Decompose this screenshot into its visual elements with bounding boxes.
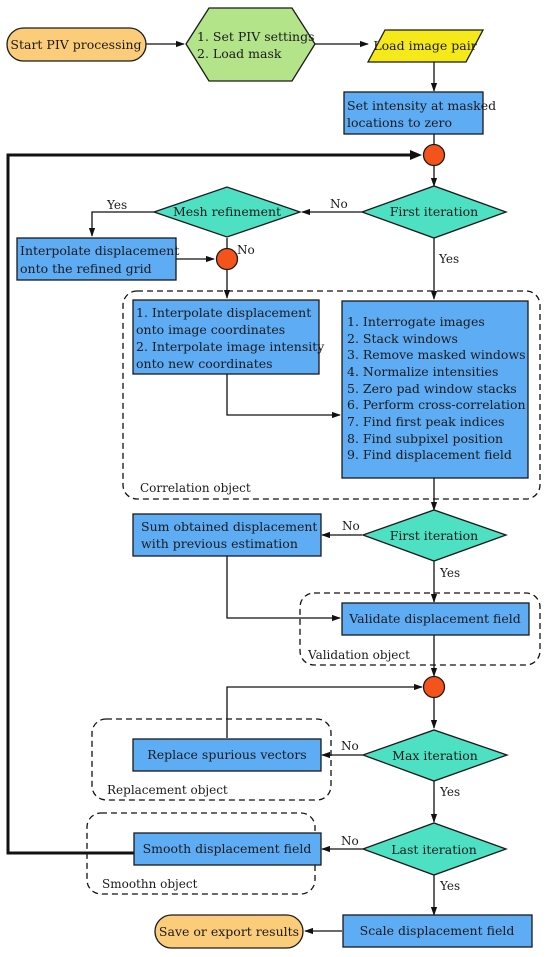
correlation-step: 5. Zero pad window stacks xyxy=(347,381,517,396)
edge-label-no-1: No xyxy=(330,197,348,211)
edge-label-yes-3: Yes xyxy=(439,566,460,580)
save-label: Save or export results xyxy=(159,924,299,939)
edge-label-yes-4: Yes xyxy=(439,785,460,799)
junction-3 xyxy=(422,675,446,699)
piv-flowchart: Correlation object Validation object Rep… xyxy=(6,7,541,949)
edge-label-yes-2: Yes xyxy=(438,252,459,266)
start-label: Start PIV processing xyxy=(10,37,141,52)
edge-interpimg-correlation xyxy=(226,374,341,419)
validation-object-label: Validation object xyxy=(307,648,410,662)
junction-2 xyxy=(215,247,239,271)
interp-image-line-3: 2. Interpolate image intensity xyxy=(136,339,325,354)
scale-displacement-label: Scale displacement field xyxy=(360,923,515,938)
mask-zero-line-1: Set intensity at masked xyxy=(347,98,496,113)
last-iteration-label: Last iteration xyxy=(391,842,477,857)
edge-label-yes-5: Yes xyxy=(439,879,460,893)
settings-line-2: 2. Load mask xyxy=(197,46,282,61)
first-iteration-label-2: First iteration xyxy=(390,528,479,543)
edge-label-no-5: No xyxy=(341,834,359,848)
mask-zero-line-2: locations to zero xyxy=(347,115,452,130)
validate-label: Validate displacement field xyxy=(348,611,520,626)
edge-label-no-2: No xyxy=(237,243,255,257)
correlation-step: 3. Remove masked windows xyxy=(347,347,526,362)
correlation-step: 7. Find first peak indices xyxy=(347,414,505,429)
edge-mesh-interpgrid xyxy=(88,211,154,237)
smooth-displacement-label: Smooth displacement field xyxy=(143,841,312,856)
junction-1 xyxy=(422,143,446,167)
interp-image-line-1: 1. Interpolate displacement xyxy=(136,305,311,320)
first-iteration-label-1: First iteration xyxy=(390,204,479,219)
sum-displacement-line-1: Sum obtained displacement xyxy=(141,519,317,534)
correlation-step: 1. Interrogate images xyxy=(347,314,485,329)
correlation-object-label: Correlation object xyxy=(140,481,251,495)
correlation-step: 6. Perform cross-correlation xyxy=(347,397,526,412)
edge-sum-validate xyxy=(226,556,341,622)
sum-displacement-line-2: with previous estimation xyxy=(141,536,298,551)
interp-image-line-2: onto image coordinates xyxy=(136,322,285,337)
correlation-step: 9. Find displacement field xyxy=(347,447,512,462)
mesh-refinement-label: Mesh refinement xyxy=(173,204,281,219)
replacement-object-label: Replacement object xyxy=(107,783,228,797)
interp-grid-line-1: Interpolate displacement xyxy=(20,243,179,258)
interp-grid-line-2: onto the refined grid xyxy=(20,261,152,276)
correlation-step: 2. Stack windows xyxy=(347,331,458,346)
loopback-arrowhead xyxy=(410,150,422,160)
settings-line-1: 1. Set PIV settings xyxy=(197,29,315,44)
max-iteration-label: Max iteration xyxy=(392,748,478,763)
load-image-label: Load image pair xyxy=(373,38,476,53)
interp-image-line-4: onto new coordinates xyxy=(136,356,273,371)
replace-spurious-label: Replace spurious vectors xyxy=(147,747,306,762)
smoothn-object-label: Smoothn object xyxy=(102,877,198,891)
edge-label-no-3: No xyxy=(342,519,360,533)
edge-label-yes-1: Yes xyxy=(106,198,127,212)
edge-label-no-4: No xyxy=(341,739,359,753)
correlation-step: 8. Find subpixel position xyxy=(347,431,503,446)
settings-hexagon xyxy=(185,7,316,82)
edge-replace-junction3 xyxy=(226,683,423,738)
correlation-step: 4. Normalize intensities xyxy=(347,364,498,379)
